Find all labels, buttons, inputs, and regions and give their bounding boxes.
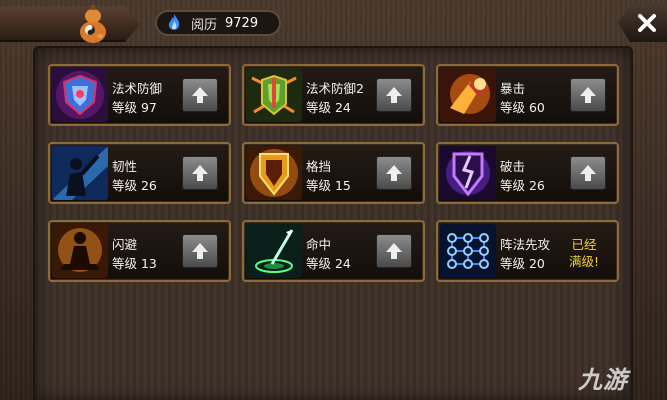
blue-flame-icon (168, 14, 180, 30)
skill-name: 法术防御2 (306, 81, 364, 96)
close-button[interactable] (618, 4, 667, 42)
upgrade-button[interactable] (182, 78, 218, 112)
upgrade-button[interactable] (376, 78, 412, 112)
max-level-label: 已经 满级! (569, 236, 599, 270)
upgrade-button[interactable] (376, 156, 412, 190)
arrow-up-icon (192, 243, 208, 259)
skill-level: 等级 24 (306, 256, 351, 271)
fire-fist-icon (440, 68, 496, 122)
watermark-logo: 九游 (578, 366, 628, 394)
max-level-line2: 满级! (569, 254, 600, 269)
skill-level: 等级 60 (500, 100, 545, 115)
skill-level: 等级 24 (306, 100, 351, 115)
currency-label: 阅历 (191, 17, 218, 33)
arrow-up-icon (386, 165, 402, 181)
arrow-up-icon (580, 165, 596, 181)
blue-warrior-icon (52, 146, 108, 200)
currency-value: 9729 (225, 15, 259, 31)
skill-card-toughness: 韧性 等级 26 (48, 142, 231, 204)
skill-name: 法术防御 (112, 81, 163, 96)
upgrade-button[interactable] (376, 234, 412, 268)
green-arrow-icon (246, 224, 302, 278)
skill-card-accuracy: 命中 等级 24 (242, 220, 425, 282)
close-icon (637, 14, 656, 32)
top-bar: 阅历 9729 (0, 0, 667, 48)
skill-card-magic-defense-2: 法术防御2 等级 24 (242, 64, 425, 126)
arrow-up-icon (192, 87, 208, 103)
upgrade-button[interactable] (182, 156, 218, 190)
formation-grid-icon (440, 224, 496, 278)
skills-panel: 法术防御 等级 97 法术防御2 等级 24 暴击 等级 60 韧性 等级 26… (33, 46, 633, 400)
currency-display: 阅历 9729 (155, 10, 281, 36)
upgrade-button[interactable] (182, 234, 218, 268)
arrow-up-icon (386, 87, 402, 103)
skill-card-block: 格挡 等级 15 (242, 142, 425, 204)
max-level-line1: 已经 (571, 237, 597, 252)
arrow-up-icon (386, 243, 402, 259)
skill-level: 等级 97 (112, 100, 157, 115)
skill-name: 格挡 (306, 159, 332, 174)
skill-name: 闪避 (112, 237, 138, 252)
skill-name: 韧性 (112, 159, 138, 174)
skill-level: 等级 26 (112, 178, 157, 193)
skill-name: 命中 (306, 237, 332, 252)
menu-banner[interactable] (0, 6, 140, 42)
upgrade-button[interactable] (570, 156, 606, 190)
skill-name: 破击 (500, 159, 526, 174)
skill-card-critical: 暴击 等级 60 (436, 64, 619, 126)
gourd-icon[interactable] (76, 4, 110, 44)
skill-name: 阵法先攻 (500, 237, 551, 252)
magic-defense-armor-icon (52, 68, 108, 122)
skill-level: 等级 20 (500, 256, 545, 271)
skill-card-magic-defense: 法术防御 等级 97 (48, 64, 231, 126)
skill-level: 等级 26 (500, 178, 545, 193)
meditating-monk-icon (52, 224, 108, 278)
skill-card-dodge: 闪避 等级 13 (48, 220, 231, 282)
skill-name: 暴击 (500, 81, 526, 96)
green-armor-icon (246, 68, 302, 122)
upgrade-button[interactable] (570, 78, 606, 112)
skill-card-penetration: 破击 等级 26 (436, 142, 619, 204)
arrow-up-icon (580, 87, 596, 103)
golden-shield-icon (246, 146, 302, 200)
arrow-up-icon (192, 165, 208, 181)
skill-level: 等级 15 (306, 178, 351, 193)
skill-card-formation: 阵法先攻 等级 20 已经 满级! (436, 220, 619, 282)
purple-broken-shield-icon (440, 146, 496, 200)
skill-level: 等级 13 (112, 256, 157, 271)
